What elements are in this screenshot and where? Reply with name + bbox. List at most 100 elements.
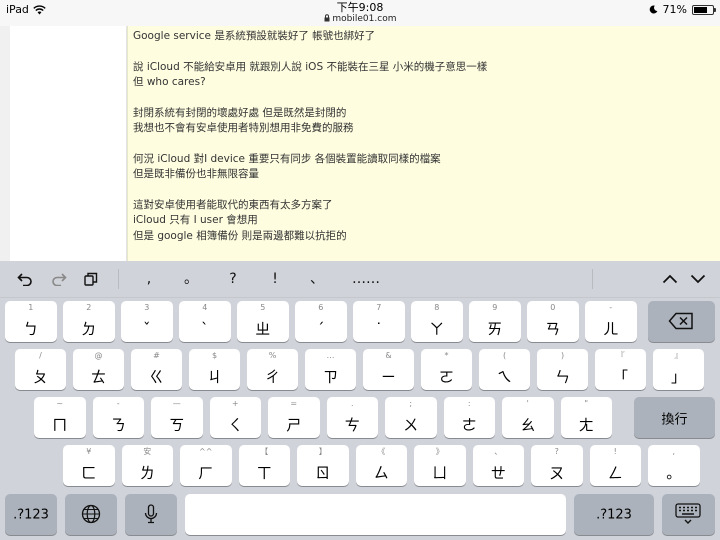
suggestion-question[interactable]: ? — [220, 261, 246, 297]
redo-icon — [52, 273, 67, 287]
suggestion-ellipsis[interactable]: …… — [346, 261, 386, 297]
key-row2-4[interactable]: % ㄔ — [247, 349, 298, 390]
key-row2-8[interactable]: (ㄟ — [479, 349, 530, 390]
key-row3-7[interactable]: :ㄜ — [443, 397, 495, 438]
key-primary-label: ㄇ — [52, 416, 68, 434]
key-row2-10[interactable]: 『「 — [595, 349, 646, 390]
key-row3-4[interactable]: = ㄕ — [268, 397, 320, 438]
key-row1-10[interactable]: -ㄦ — [585, 301, 637, 342]
paste-button[interactable] — [76, 261, 106, 297]
key-row4-9[interactable]: ! ㄥ — [589, 445, 641, 486]
suggestion-period[interactable]: 。 — [178, 261, 204, 297]
post-content[interactable]: Google service 是系統預設就裝好了 帳號也綁好了說 iCloud … — [127, 26, 720, 261]
key-row1-9[interactable]: 0ㄢ — [527, 301, 579, 342]
key-row2-11[interactable]: 』」 — [653, 349, 704, 390]
key-secondary-label: 安 — [143, 447, 152, 456]
key-secondary-label: ) — [560, 351, 565, 360]
key-row1-2[interactable]: 3ˇ — [121, 301, 173, 342]
dismiss-keyboard-key[interactable] — [662, 494, 715, 535]
web-page[interactable]: Google service 是系統預設就裝好了 帳號也綁好了說 iCloud … — [0, 26, 720, 261]
suggestion-comma[interactable]: , — [136, 261, 162, 297]
key-row4-3[interactable]: 【ㄒ — [238, 445, 290, 486]
key-secondary-label: 5 — [260, 303, 266, 312]
dictation-key[interactable] — [125, 494, 177, 535]
suggestion-exclamation[interactable]: ! — [262, 261, 288, 297]
key-row4-10[interactable]: ,。 — [648, 445, 700, 486]
key-row4-8[interactable]: ? ㄡ — [531, 445, 583, 486]
key-row2-5[interactable]: … ㄗ — [305, 349, 356, 390]
battery-percent: 71% — [662, 3, 687, 16]
key-primary-label: ㄙ — [373, 464, 389, 482]
key-row4-5[interactable]: 《ㄙ — [355, 445, 407, 486]
key-secondary-label: . — [350, 399, 354, 408]
author-column — [10, 26, 127, 261]
key-row2-1[interactable]: @ ㄊ — [73, 349, 124, 390]
delete-key[interactable] — [648, 301, 715, 342]
onscreen-keyboard: , 。 ? ! 、 …… 換行 .?123 .?123 1 ㄅ 2 ㄉ 3 ˇ … — [0, 261, 720, 540]
key-primary-label: ㄨ — [403, 416, 419, 434]
space-key[interactable] — [185, 494, 566, 535]
key-row3-8[interactable]: ' ㄠ — [502, 397, 554, 438]
post-line: Google service 是系統預設就裝好了 帳號也綁好了 — [133, 30, 376, 42]
candidates-up-button[interactable] — [658, 261, 682, 297]
key-row1-3[interactable]: 4ˋ — [179, 301, 231, 342]
chevron-up-icon — [662, 274, 678, 284]
address-bar[interactable]: mobile01.com — [0, 14, 720, 25]
key-secondary-label: 『 — [616, 351, 625, 360]
key-row3-1[interactable]: -ㄋ — [92, 397, 144, 438]
numbers-key-left[interactable]: .?123 — [5, 494, 57, 535]
numbers-key-right[interactable]: .?123 — [574, 494, 654, 535]
key-secondary-label: 』 — [674, 351, 683, 360]
key-primary-label: ㄎ — [169, 416, 185, 434]
key-row2-7[interactable]: * ㄛ — [421, 349, 472, 390]
key-row4-7[interactable]: 、ㄝ — [472, 445, 524, 486]
return-key[interactable]: 換行 — [634, 397, 715, 438]
globe-key[interactable] — [65, 494, 117, 535]
key-secondary-label: 3 — [144, 303, 150, 312]
key-secondary-label: - — [609, 303, 613, 312]
key-primary-label: ㄟ — [496, 368, 512, 386]
key-primary-label: ㄈ — [81, 464, 97, 482]
key-row2-9[interactable]: ) ㄣ — [537, 349, 588, 390]
battery-icon — [692, 4, 716, 15]
divider — [592, 269, 593, 289]
key-row4-1[interactable]: 安ㄌ — [121, 445, 173, 486]
key-primary-label: ㄗ — [322, 368, 338, 386]
key-row4-2[interactable]: ^^ ㄏ — [180, 445, 232, 486]
key-row2-3[interactable]: $ ㄐ — [189, 349, 240, 390]
suggestion-enumeration-comma[interactable]: 、 — [304, 261, 330, 297]
key-row2-0[interactable]: / ㄆ — [15, 349, 66, 390]
key-primary-label: ㄠ — [520, 416, 536, 434]
key-row1-7[interactable]: 8ㄚ — [411, 301, 463, 342]
candidates-down-button[interactable] — [686, 261, 710, 297]
key-row1-1[interactable]: 2ㄉ — [63, 301, 115, 342]
key-row3-2[interactable]: — ㄎ — [151, 397, 203, 438]
undo-button[interactable] — [10, 261, 40, 297]
key-row2-2[interactable]: # ㄍ — [131, 349, 182, 390]
redo-button[interactable] — [44, 261, 74, 297]
key-row1-4[interactable]: 5ㄓ — [237, 301, 289, 342]
key-row3-9[interactable]: " ㄤ — [560, 397, 612, 438]
key-row3-6[interactable]: ; ㄨ — [385, 397, 437, 438]
key-primary-label: ㄩ — [432, 464, 448, 482]
key-row4-0[interactable]: ¥ ㄈ — [63, 445, 115, 486]
key-row4-6[interactable]: 》ㄩ — [414, 445, 466, 486]
key-row3-5[interactable]: .ㄘ — [326, 397, 378, 438]
key-row3-3[interactable]: + ㄑ — [209, 397, 261, 438]
return-key-label: 換行 — [661, 412, 688, 427]
key-row1-0[interactable]: 1ㄅ — [5, 301, 57, 342]
key-row2-6[interactable]: & ㄧ — [363, 349, 414, 390]
key-row4-4[interactable]: 】ㄖ — [297, 445, 349, 486]
key-row1-5[interactable]: 6ˊ — [295, 301, 347, 342]
key-secondary-label: $ — [211, 351, 218, 360]
key-row1-8[interactable]: 9ㄞ — [469, 301, 521, 342]
key-secondary-label: & — [385, 351, 392, 360]
key-secondary-label: # — [153, 351, 160, 360]
post-line: 何況 iCloud 對I device 重要只有同步 各個裝置能讀取同樣的檔案 — [133, 152, 441, 165]
key-secondary-label: ¥ — [86, 447, 92, 456]
key-primary-label: ˋ — [201, 320, 209, 338]
key-row3-0[interactable]: ~ ㄇ — [34, 397, 86, 438]
key-row1-6[interactable]: 7 ˙ — [353, 301, 405, 342]
key-secondary-label: * — [444, 351, 449, 360]
